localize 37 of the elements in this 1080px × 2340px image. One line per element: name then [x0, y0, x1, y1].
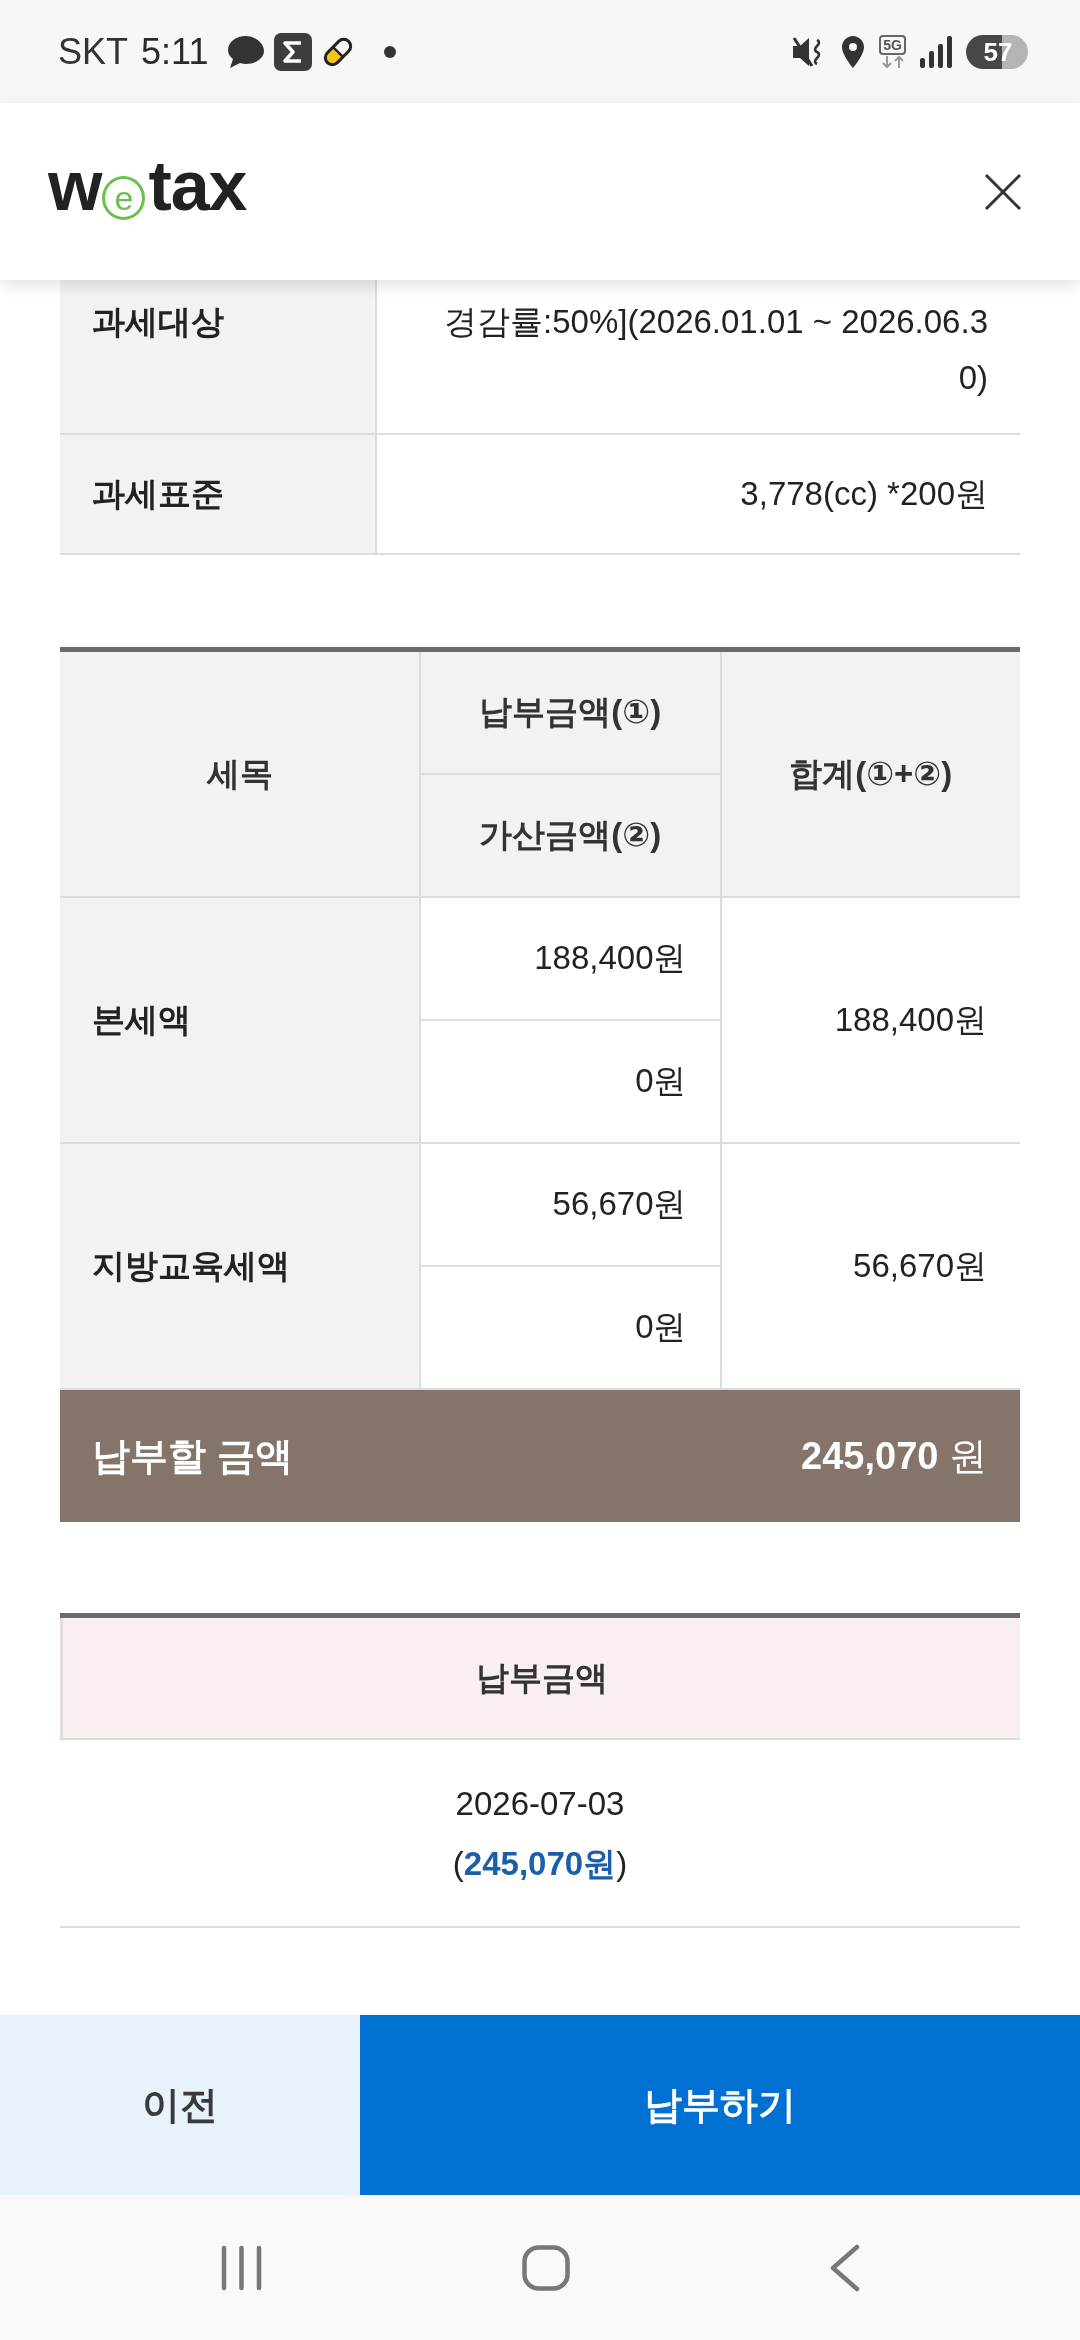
recent-apps-icon[interactable] — [220, 2244, 262, 2291]
network-type: 5G — [879, 34, 906, 55]
previous-button[interactable]: 이전 — [0, 2015, 360, 2195]
column-header: 가산금액(②) — [421, 775, 720, 896]
chat-bubble-icon — [226, 33, 267, 70]
dot-icon — [384, 45, 397, 58]
table-cell: 경감률:50%](2026.01.01 ~ 2026.06.3 0) — [377, 280, 1020, 433]
clock-time: 5:11 — [141, 31, 209, 72]
table-cell: 56,670원 — [421, 1144, 720, 1265]
sigma-icon — [274, 32, 313, 71]
signal-icon — [920, 35, 952, 68]
home-icon[interactable] — [521, 2244, 570, 2291]
payment-amount: (245,070원) — [452, 1844, 628, 1884]
total-label: 납부할 금액 — [92, 1433, 293, 1479]
column-header: 세목 — [60, 652, 419, 896]
total-amount: 245,070 원 — [801, 1433, 987, 1479]
carrier-name: SKT — [58, 31, 128, 72]
row-header: 과세표준 — [60, 435, 375, 553]
row-header: 지방교육세액 — [60, 1144, 419, 1388]
column-header: 납부금액(①) — [421, 652, 720, 773]
back-icon[interactable] — [829, 2243, 860, 2292]
site-logo: w e tax — [48, 145, 247, 227]
column-header: 합계(①+②) — [721, 652, 1020, 896]
column-header: 납부금액 — [60, 1618, 1020, 1740]
payment-date: 2026-07-03 — [455, 1784, 625, 1824]
table-cell: 188,400원 — [421, 898, 720, 1019]
data-arrows-icon — [879, 54, 906, 69]
table-cell: 188,400원 — [721, 898, 1020, 1142]
table-cell: 56,670원 — [721, 1144, 1020, 1388]
pay-button[interactable]: 납부하기 — [360, 2015, 1080, 2195]
table-cell: 0원 — [421, 1021, 720, 1142]
table-cell: 3,778(cc) *200원 — [377, 435, 1020, 553]
close-icon[interactable] — [984, 172, 1022, 211]
table-cell: 0원 — [421, 1267, 720, 1388]
location-pin-icon — [841, 34, 866, 69]
row-header: 본세액 — [60, 898, 419, 1142]
row-header: 과세대상 — [60, 280, 375, 433]
